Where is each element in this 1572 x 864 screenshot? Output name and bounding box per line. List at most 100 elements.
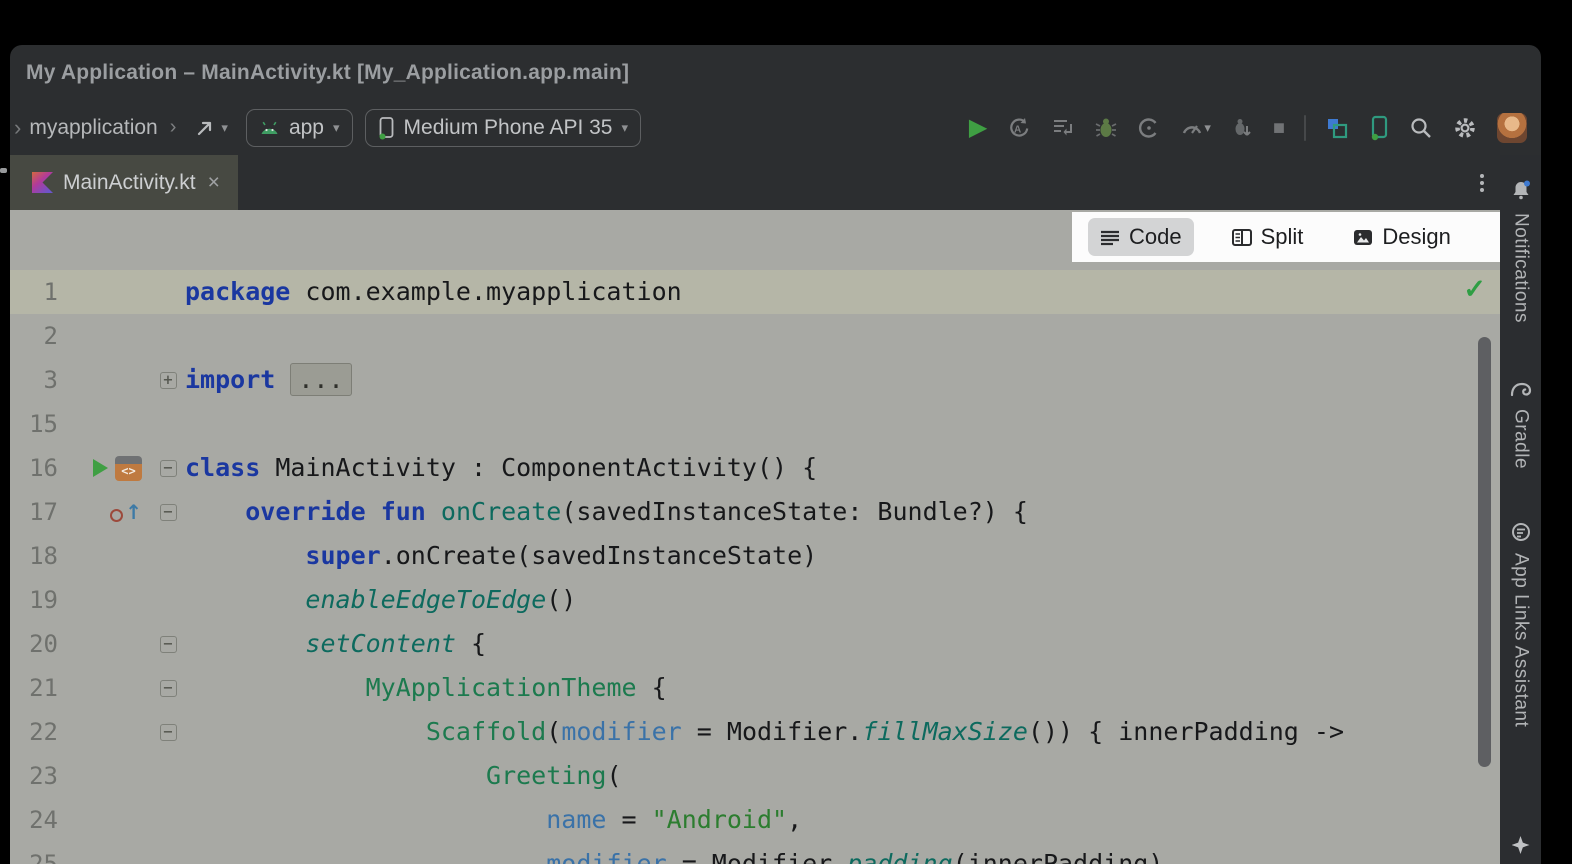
line-number[interactable]: 15 <box>10 402 58 446</box>
fold-column: − <box>154 636 182 653</box>
fold-column: − <box>154 504 182 521</box>
app-links-button[interactable] <box>1510 521 1532 543</box>
fold-column: + <box>154 372 182 389</box>
run-config-select[interactable]: app ▾ <box>246 109 353 147</box>
line-number[interactable]: 16 <box>10 446 58 490</box>
apply-changes-restart-button[interactable]: A <box>1006 116 1032 140</box>
stop-button[interactable]: ■ <box>1273 118 1285 138</box>
fold-toggle[interactable]: − <box>160 636 177 653</box>
code-line-15[interactable]: 15 <box>10 402 1500 446</box>
android-activity-icon[interactable]: <> <box>115 456 142 481</box>
layout-inspector-button[interactable] <box>1325 116 1351 140</box>
profiler-icon <box>1137 116 1161 140</box>
code-text[interactable]: MyApplicationTheme { <box>182 666 667 710</box>
editor-scrollbar-thumb[interactable] <box>1478 337 1491 767</box>
line-number[interactable]: 19 <box>10 578 58 622</box>
code-line-20[interactable]: 20 − setContent { <box>10 622 1500 666</box>
tab-mainactivity[interactable]: MainActivity.kt × <box>10 155 238 210</box>
code-text[interactable]: modifier = Modifier.padding(innerPadding… <box>182 842 1163 864</box>
editor-column: MainActivity.kt × <box>10 155 1500 864</box>
code-text[interactable]: override fun onCreate(savedInstanceState… <box>182 490 1028 534</box>
code-text[interactable]: setContent { <box>182 622 486 666</box>
line-number[interactable]: 25 <box>10 842 58 864</box>
code-line-21[interactable]: 21 − MyApplicationTheme { <box>10 666 1500 710</box>
code-text[interactable]: enableEdgeToEdge() <box>182 578 576 622</box>
line-number[interactable]: 3 <box>10 358 58 402</box>
code-text[interactable]: package com.example.myapplication <box>182 270 682 314</box>
gradle-button[interactable] <box>1509 379 1533 399</box>
chevron-down-icon: ▾ <box>1204 120 1211 136</box>
line-number[interactable]: 17 <box>10 490 58 534</box>
gemini-sparkle-icon[interactable] <box>1512 836 1530 854</box>
line-number[interactable]: 23 <box>10 754 58 798</box>
fold-toggle[interactable]: − <box>160 724 177 741</box>
code-text[interactable]: name = "Android", <box>182 798 802 842</box>
gear-icon <box>1452 115 1478 141</box>
line-number[interactable]: 18 <box>10 534 58 578</box>
gradle-label[interactable]: Gradle <box>1510 409 1532 469</box>
code-text[interactable]: Scaffold(modifier = Modifier.fillMaxSize… <box>182 710 1344 754</box>
code-text[interactable]: class MainActivity : ComponentActivity()… <box>182 446 817 490</box>
line-number[interactable]: 2 <box>10 314 58 358</box>
code-text[interactable]: Greeting( <box>182 754 622 798</box>
code-editor[interactable]: Code Split <box>10 210 1500 864</box>
chevron-down-icon: ▾ <box>333 120 340 136</box>
line-number[interactable]: 20 <box>10 622 58 666</box>
bell-icon <box>1510 179 1532 201</box>
code-view-icon <box>1100 229 1120 246</box>
code-line-16[interactable]: 16 <> −class MainActivity : ComponentActiv… <box>10 446 1500 490</box>
app-links-icon <box>1510 521 1532 543</box>
code-line-25[interactable]: 25 modifier = Modifier.padding(innerPadd… <box>10 842 1500 864</box>
fold-toggle[interactable]: − <box>160 680 177 697</box>
code-text[interactable]: super.onCreate(savedInstanceState) <box>182 534 817 578</box>
line-number[interactable]: 21 <box>10 666 58 710</box>
inspections-passed-icon[interactable]: ✓ <box>1463 274 1486 305</box>
close-tab-icon[interactable]: × <box>206 171 222 195</box>
app-links-label[interactable]: App Links Assistant <box>1510 553 1532 727</box>
running-devices-button[interactable] <box>1370 115 1390 141</box>
code-line-18[interactable]: 18 super.onCreate(savedInstanceState) <box>10 534 1500 578</box>
search-everywhere-button[interactable] <box>1409 116 1433 140</box>
code-line-22[interactable]: 22 − Scaffold(modifier = Modifier.fillMax… <box>10 710 1500 754</box>
profiler-menu-button[interactable]: ▾ <box>1180 116 1211 140</box>
line-number[interactable]: 22 <box>10 710 58 754</box>
phone-device-icon <box>378 116 395 140</box>
project-breadcrumb[interactable]: myapplication <box>29 116 157 140</box>
design-view-button[interactable]: Design <box>1341 218 1462 256</box>
notifications-label[interactable]: Notifications <box>1510 213 1532 323</box>
code-line-19[interactable]: 19 enableEdgeToEdge() <box>10 578 1500 622</box>
toolbar-separator <box>1304 115 1306 141</box>
split-view-button[interactable]: Split <box>1220 218 1316 256</box>
settings-button[interactable] <box>1452 115 1478 141</box>
svg-text:A: A <box>1014 124 1021 135</box>
code-line-1[interactable]: 1 package com.example.myapplication <box>10 270 1500 314</box>
fold-toggle[interactable]: + <box>160 372 177 389</box>
attach-debugger-button[interactable] <box>1230 116 1254 140</box>
notifications-button[interactable] <box>1510 179 1532 201</box>
code-line-17[interactable]: 17 ↑ − override fun onCreate(savedInstance… <box>10 490 1500 534</box>
code-text[interactable]: import ... <box>182 358 352 402</box>
tab-options-icon[interactable] <box>1480 174 1500 192</box>
code-line-2[interactable]: 2 <box>10 314 1500 358</box>
code-line-24[interactable]: 24 name = "Android", <box>10 798 1500 842</box>
user-avatar[interactable] <box>1497 113 1527 143</box>
code-view-button[interactable]: Code <box>1088 218 1194 256</box>
overriding-method-icon[interactable]: ↑ <box>110 502 142 522</box>
code-line-23[interactable]: 23 Greeting( <box>10 754 1500 798</box>
profile-app-button[interactable] <box>1137 116 1161 140</box>
line-number[interactable]: 1 <box>10 270 58 314</box>
gauge-icon <box>1180 116 1204 140</box>
device-select[interactable]: Medium Phone API 35 ▾ <box>365 109 642 147</box>
fold-toggle[interactable]: − <box>160 460 177 477</box>
screen: My Application – MainActivity.kt [My_App… <box>0 0 1572 864</box>
tab-label: MainActivity.kt <box>63 171 196 195</box>
line-number[interactable]: 24 <box>10 798 58 842</box>
code-line-3[interactable]: 3 + import ... <box>10 358 1500 402</box>
run-button[interactable]: ▶ <box>969 116 987 140</box>
run-class-icon[interactable] <box>93 459 108 477</box>
debug-button[interactable] <box>1094 116 1118 140</box>
toolbar-left: › myapplication › ▾ app <box>14 109 641 147</box>
apply-code-changes-button[interactable] <box>1051 116 1075 140</box>
fold-toggle[interactable]: − <box>160 504 177 521</box>
vcs-widget[interactable]: ▾ <box>188 113 234 143</box>
